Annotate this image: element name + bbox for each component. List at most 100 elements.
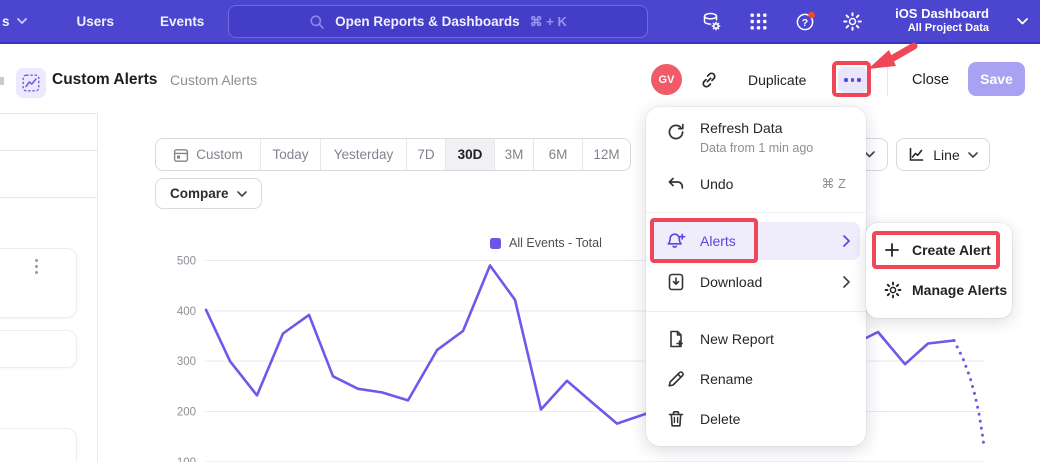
range-label: Yesterday: [334, 147, 394, 162]
range-label: 30D: [458, 147, 483, 162]
nav-item-boards-cut[interactable]: s: [2, 14, 27, 29]
y-tick-label: 300: [177, 356, 196, 368]
help-glyph: ?: [802, 17, 808, 29]
search-input[interactable]: Open Reports & Dashboards ⌘ + K: [228, 5, 648, 38]
undo-shortcut: ⌘ Z: [821, 176, 846, 192]
chevron-right-icon: [843, 276, 850, 288]
top-nav: s Users Events Open Reports & Dashboards…: [0, 0, 1040, 44]
series-line-right: [858, 332, 954, 364]
chart-type-label: Line: [933, 147, 959, 163]
avatar[interactable]: GV: [651, 64, 682, 95]
calendar-icon: [173, 147, 189, 163]
submenu-label: Manage Alerts: [912, 282, 1007, 298]
project-name: iOS Dashboard: [895, 6, 989, 22]
chevron-down-icon: [237, 191, 247, 197]
series-line-dotted-incomplete: [954, 341, 984, 447]
breadcrumb: Custom Alerts: [170, 72, 257, 88]
legend-label: All Events - Total: [509, 236, 602, 250]
project-scope: All Project Data: [895, 22, 989, 36]
left-rail: [0, 113, 98, 462]
report-chart-icon: [16, 68, 46, 98]
range-7d[interactable]: 7D: [406, 139, 445, 170]
menu-label: New Report: [700, 331, 774, 347]
submenu-item-manage-alerts[interactable]: Manage Alerts: [866, 271, 1012, 309]
app-window: 500 400 300 200 100 s Users Events Open Repo…: [0, 0, 1040, 462]
menu-label: Download: [700, 274, 762, 290]
trash-icon: [666, 409, 686, 429]
chart-type-button[interactable]: Line: [896, 138, 990, 171]
pencil-icon: [666, 369, 686, 389]
undo-icon: [666, 174, 686, 194]
kebab-menu-icon[interactable]: [35, 259, 38, 274]
menu-label: Delete: [700, 411, 740, 427]
menu-label: Undo: [700, 176, 733, 192]
range-label: 6M: [549, 147, 568, 162]
close-button[interactable]: Close: [912, 72, 949, 88]
download-icon: [666, 272, 686, 292]
duplicate-button[interactable]: Duplicate: [748, 72, 806, 88]
save-button[interactable]: Save: [968, 62, 1025, 96]
y-tick-label: 400: [177, 306, 196, 318]
compare-button[interactable]: Compare: [155, 178, 262, 209]
refresh-subtitle: Data from 1 min ago: [700, 141, 813, 155]
chevron-right-icon: [843, 235, 850, 247]
range-label: Today: [272, 147, 308, 162]
settings-icon[interactable]: [842, 11, 863, 32]
date-range-segmented-control: Custom Today Yesterday 7D 30D 3M 6M 12M: [155, 138, 631, 171]
line-chart-icon: [908, 146, 925, 163]
menu-item-undo[interactable]: Undo ⌘ Z: [646, 165, 866, 203]
chevron-down-icon: [968, 152, 978, 158]
range-label: Custom: [196, 147, 243, 162]
data-settings-icon[interactable]: [701, 11, 722, 32]
nav-cut-label: s: [2, 14, 10, 29]
annotation-box-create-alert: [872, 231, 1000, 269]
share-link-icon[interactable]: [699, 70, 719, 90]
refresh-icon: [666, 122, 686, 142]
menu-divider: [646, 212, 866, 213]
y-tick-label: 200: [177, 406, 196, 418]
menu-divider: [646, 311, 866, 312]
chevron-down-icon: [17, 18, 27, 24]
range-12m[interactable]: 12M: [582, 139, 630, 170]
menu-label: Refresh Data: [700, 120, 782, 136]
menu-item-delete[interactable]: Delete: [646, 400, 866, 438]
menu-item-refresh-data[interactable]: Refresh Data Data from 1 min ago: [646, 115, 866, 159]
menu-item-download[interactable]: Download: [646, 263, 866, 301]
range-custom[interactable]: Custom: [156, 139, 260, 170]
compare-label: Compare: [170, 186, 229, 201]
project-selector[interactable]: iOS Dashboard All Project Data: [895, 6, 989, 36]
y-tick-label: 100: [177, 457, 196, 462]
nav-item-users[interactable]: Users: [77, 14, 115, 29]
search-shortcut: ⌘ + K: [530, 14, 567, 30]
series-line-left: [206, 266, 660, 424]
rail-card[interactable]: [0, 248, 77, 318]
gear-icon: [884, 281, 902, 299]
search-icon: [309, 14, 325, 30]
new-report-icon: [666, 329, 686, 349]
page-title: Custom Alerts: [52, 71, 157, 89]
legend-swatch: [490, 238, 501, 249]
range-6m[interactable]: 6M: [533, 139, 582, 170]
notification-dot: [808, 11, 815, 18]
apps-grid-icon[interactable]: [748, 11, 769, 32]
range-today[interactable]: Today: [260, 139, 320, 170]
y-tick-label: 500: [177, 256, 196, 268]
rail-card[interactable]: [0, 428, 77, 462]
menu-label: Rename: [700, 371, 753, 387]
annotation-box-alerts: [650, 218, 758, 263]
range-label: 12M: [593, 147, 619, 162]
menu-item-new-report[interactable]: New Report: [646, 320, 866, 358]
annotation-arrow: [864, 42, 920, 72]
search-placeholder: Open Reports & Dashboards: [335, 14, 520, 29]
help-icon[interactable]: ?: [795, 11, 816, 32]
range-yesterday[interactable]: Yesterday: [320, 139, 406, 170]
chart-legend[interactable]: All Events - Total: [490, 236, 602, 250]
range-3m[interactable]: 3M: [494, 139, 533, 170]
rail-card[interactable]: [0, 330, 77, 368]
chevron-down-icon: [1017, 18, 1028, 25]
range-label: 7D: [417, 147, 434, 162]
menu-item-rename[interactable]: Rename: [646, 360, 866, 398]
collapse-edge-tick: [0, 77, 4, 85]
range-30d-selected[interactable]: 30D: [445, 139, 494, 170]
nav-item-events[interactable]: Events: [160, 14, 204, 29]
